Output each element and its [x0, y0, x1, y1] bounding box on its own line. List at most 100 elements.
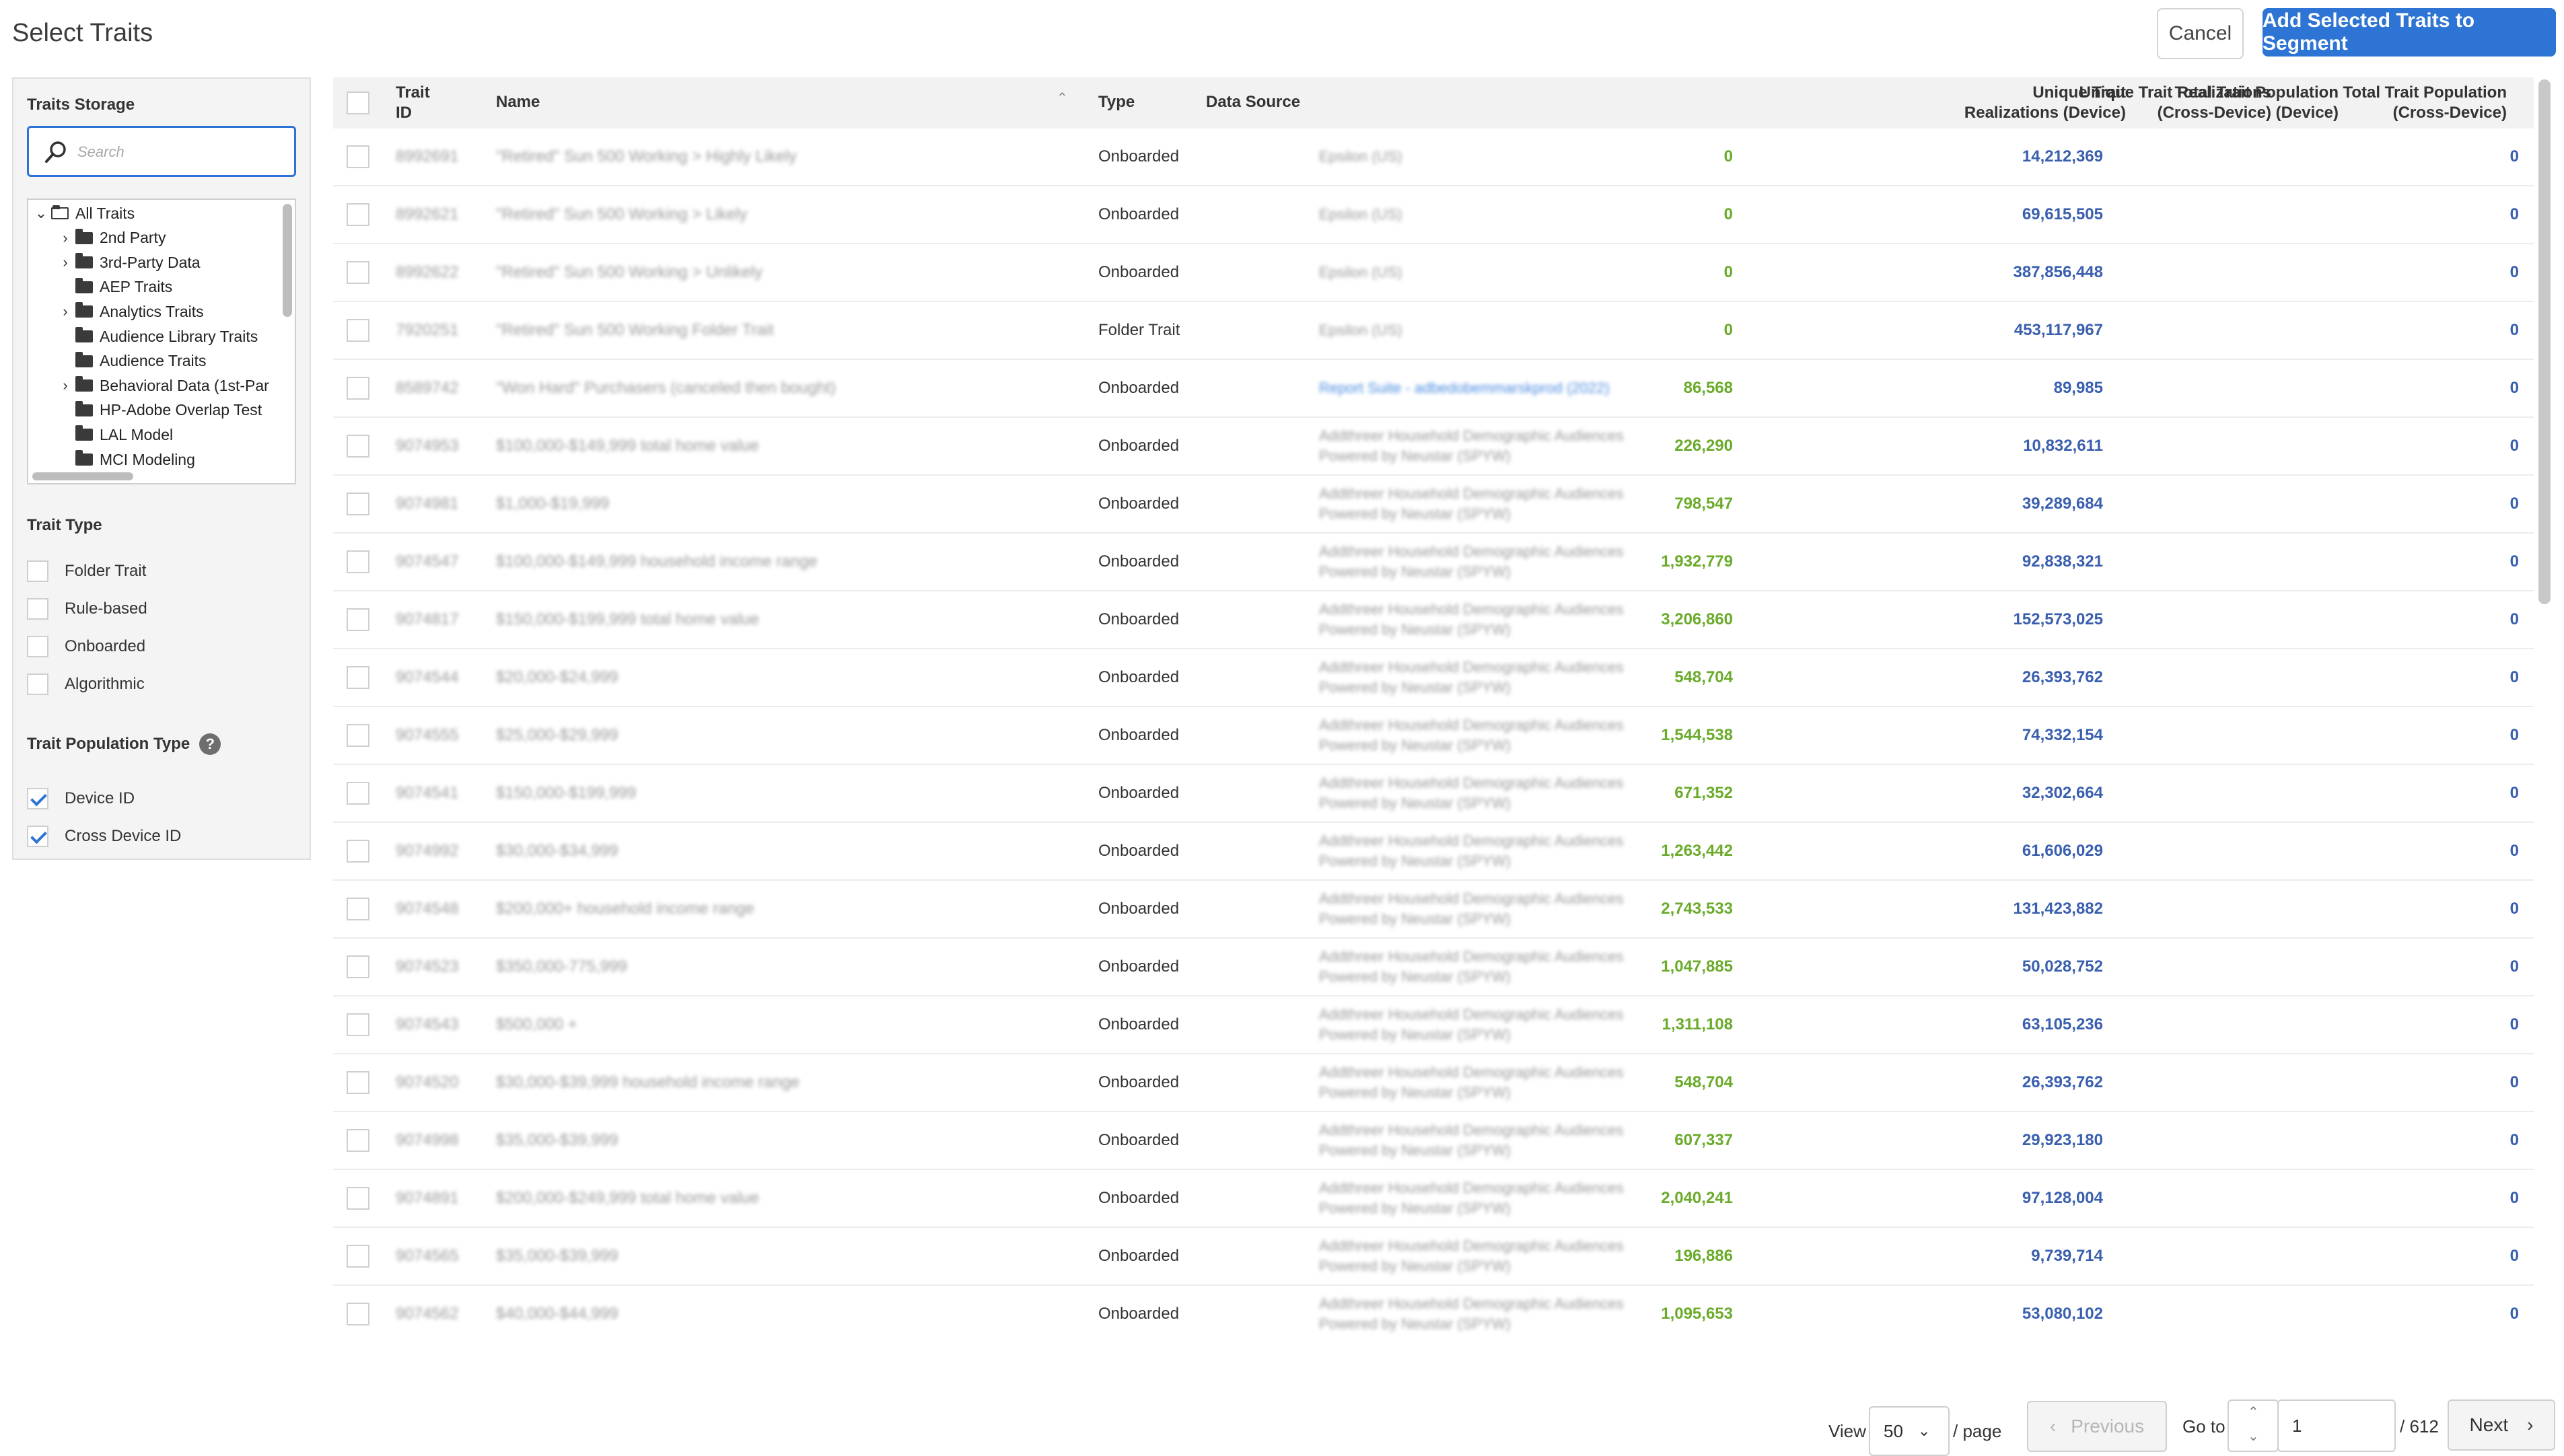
- filter-checkbox[interactable]: [27, 788, 48, 809]
- trait-name[interactable]: $100,000-$149,999 total home value: [496, 437, 759, 456]
- row-checkbox[interactable]: [347, 319, 369, 342]
- row-checkbox[interactable]: [347, 377, 369, 400]
- page-number-input[interactable]: 1: [2277, 1399, 2396, 1452]
- table-row[interactable]: 9074817 $150,000-$199,999 total home valu…: [333, 591, 2534, 649]
- previous-button[interactable]: ‹ Previous: [2027, 1401, 2167, 1452]
- add-selected-traits-button[interactable]: Add Selected Traits to Segment: [2263, 8, 2556, 57]
- chevron-right-icon[interactable]: ›: [55, 377, 75, 394]
- filter-checkbox[interactable]: [27, 598, 48, 620]
- header-total-cross[interactable]: Total Trait Population (Cross-Device): [2285, 83, 2507, 123]
- tree-item[interactable]: Audience Library Traits: [55, 324, 258, 349]
- trait-name[interactable]: $20,000-$24,999: [496, 668, 618, 687]
- table-row[interactable]: 9074562 $40,000-$44,999 Onboarded Addthreer…: [333, 1286, 2534, 1342]
- trait-name[interactable]: $350,000-775,999: [496, 957, 627, 976]
- row-checkbox[interactable]: [347, 840, 369, 863]
- table-row[interactable]: 9074953 $100,000-$149,999 total home valu…: [333, 418, 2534, 476]
- tree-item[interactable]: AEP Traits: [55, 275, 172, 299]
- table-row[interactable]: 9074992 $30,000-$34,999 Onboarded Addthreer…: [333, 823, 2534, 881]
- sort-ascending-icon[interactable]: ⌃: [1057, 89, 1068, 106]
- tree-horizontal-scrollbar[interactable]: [32, 472, 133, 480]
- chevron-right-icon[interactable]: ›: [55, 303, 75, 320]
- next-button[interactable]: Next ›: [2448, 1399, 2555, 1451]
- row-checkbox[interactable]: [347, 1013, 369, 1036]
- header-name[interactable]: Name: [496, 92, 540, 112]
- table-row[interactable]: 7920251 "Retired" Sun 500 Working Folder …: [333, 302, 2534, 360]
- table-row[interactable]: 9074998 $35,000-$39,999 Onboarded Addthreer…: [333, 1112, 2534, 1170]
- trait-name[interactable]: "Retired" Sun 500 Working > Likely: [496, 205, 747, 224]
- tree-item[interactable]: MCI Modeling: [55, 447, 195, 472]
- row-checkbox[interactable]: [347, 898, 369, 920]
- table-row[interactable]: 8992691 "Retired" Sun 500 Working > Highl…: [333, 129, 2534, 186]
- trait-name[interactable]: $35,000-$39,999: [496, 1247, 618, 1266]
- trait-name[interactable]: $40,000-$44,999: [496, 1305, 618, 1323]
- trait-name[interactable]: $150,000-$199,999: [496, 784, 636, 803]
- row-checkbox[interactable]: [347, 955, 369, 978]
- stepper-up-icon[interactable]: ⌃: [2248, 1404, 2259, 1420]
- filter-checkbox[interactable]: [27, 674, 48, 695]
- select-all-checkbox[interactable]: [347, 92, 369, 114]
- tree-item[interactable]: LAL Model: [55, 423, 173, 447]
- row-checkbox[interactable]: [347, 724, 369, 747]
- trait-name[interactable]: $200,000+ household income range: [496, 900, 754, 918]
- table-vertical-scrollbar[interactable]: [2538, 79, 2551, 604]
- trait-name[interactable]: "Retired" Sun 500 Working > Unlikely: [496, 263, 762, 282]
- trait-name[interactable]: $30,000-$34,999: [496, 842, 618, 861]
- row-checkbox[interactable]: [347, 1245, 369, 1268]
- row-checkbox[interactable]: [347, 666, 369, 689]
- page-stepper[interactable]: ⌃ ⌄: [2228, 1399, 2279, 1452]
- trait-name[interactable]: $35,000-$39,999: [496, 1131, 618, 1150]
- table-row[interactable]: 9074547 $100,000-$149,999 household incom…: [333, 534, 2534, 591]
- row-checkbox[interactable]: [347, 203, 369, 226]
- trait-name[interactable]: $100,000-$149,999 household income range: [496, 552, 818, 571]
- tree-vertical-scrollbar[interactable]: [283, 204, 292, 317]
- row-checkbox[interactable]: [347, 1303, 369, 1325]
- tree-item[interactable]: › 3rd-Party Data: [55, 250, 201, 275]
- filter-checkbox[interactable]: [27, 560, 48, 582]
- trait-name[interactable]: $25,000-$29,999: [496, 726, 618, 745]
- table-row[interactable]: 8589742 "Won Hard" Purchasers (canceled t…: [333, 360, 2534, 418]
- row-checkbox[interactable]: [347, 261, 369, 284]
- table-row[interactable]: 9074544 $20,000-$24,999 Onboarded Addthreer…: [333, 649, 2534, 707]
- table-row[interactable]: 9074543 $500,000 + Onboarded Addthreer Hous…: [333, 996, 2534, 1054]
- search-input[interactable]: [76, 135, 281, 170]
- filter-option[interactable]: Folder Trait: [27, 558, 146, 585]
- header-data-source[interactable]: Data Source: [1206, 92, 1300, 112]
- stepper-down-icon[interactable]: ⌄: [2248, 1428, 2259, 1445]
- help-icon[interactable]: ?: [199, 733, 221, 755]
- tree-item[interactable]: HP-Adobe Overlap Test: [55, 398, 262, 423]
- trait-name[interactable]: $1,000-$19,999: [496, 495, 609, 513]
- table-row[interactable]: 9074541 $150,000-$199,999 Onboarded Addthre…: [333, 765, 2534, 823]
- search-field[interactable]: [27, 126, 296, 177]
- table-row[interactable]: 9074565 $35,000-$39,999 Onboarded Addthreer…: [333, 1228, 2534, 1286]
- table-row[interactable]: 9074548 $200,000+ household income range O…: [333, 881, 2534, 939]
- filter-option[interactable]: Algorithmic: [27, 671, 145, 698]
- trait-name[interactable]: "Retired" Sun 500 Working Folder Trait: [496, 321, 774, 340]
- row-checkbox[interactable]: [347, 550, 369, 573]
- per-page-select[interactable]: 50 ⌄: [1869, 1406, 1950, 1456]
- trait-name[interactable]: "Won Hard" Purchasers (canceled then bou…: [496, 379, 836, 398]
- tree-item[interactable]: › Behavioral Data (1st-Par: [55, 373, 269, 398]
- row-checkbox[interactable]: [347, 608, 369, 631]
- tree-item[interactable]: › Analytics Traits: [55, 299, 204, 324]
- row-checkbox[interactable]: [347, 782, 369, 805]
- trait-name[interactable]: $30,000-$39,999 household income range: [496, 1073, 799, 1092]
- filter-option[interactable]: Cross Device ID: [27, 823, 181, 850]
- header-unique-cross[interactable]: Unique Trait Realizations (Cross-Device): [2049, 83, 2271, 123]
- table-row[interactable]: 8992621 "Retired" Sun 500 Working > Likel…: [333, 186, 2534, 244]
- trait-name[interactable]: $200,000-$249,999 total home value: [496, 1189, 759, 1208]
- table-row[interactable]: 9074891 $200,000-$249,999 total home valu…: [333, 1170, 2534, 1228]
- header-type[interactable]: Type: [1098, 92, 1135, 112]
- table-row[interactable]: 9074523 $350,000-775,999 Onboarded Addthree…: [333, 939, 2534, 996]
- tree-item[interactable]: ⌄ All Traits: [31, 201, 135, 225]
- chevron-down-icon[interactable]: ⌄: [31, 205, 51, 222]
- row-checkbox[interactable]: [347, 435, 369, 458]
- filter-checkbox[interactable]: [27, 636, 48, 657]
- row-checkbox[interactable]: [347, 1129, 369, 1152]
- trait-name[interactable]: "Retired" Sun 500 Working > Highly Likel…: [496, 147, 797, 166]
- tree-item[interactable]: › 2nd Party: [55, 226, 166, 250]
- filter-option[interactable]: Rule-based: [27, 595, 147, 622]
- row-checkbox[interactable]: [347, 493, 369, 515]
- chevron-right-icon[interactable]: ›: [55, 254, 75, 271]
- filter-checkbox[interactable]: [27, 826, 48, 847]
- row-checkbox[interactable]: [347, 1187, 369, 1210]
